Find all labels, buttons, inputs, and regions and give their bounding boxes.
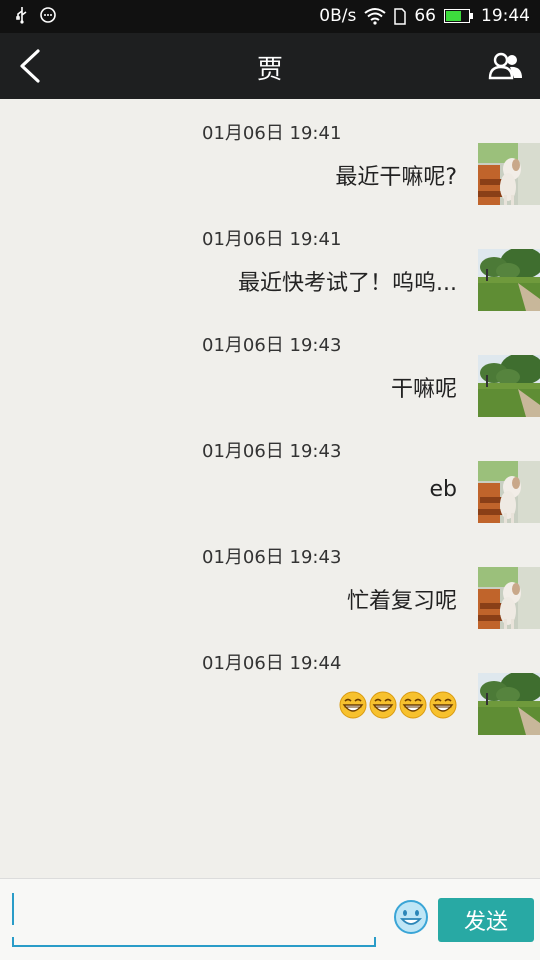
message-timestamp: 01月06日 19:43	[202, 547, 342, 568]
text-caret	[12, 893, 14, 925]
avatar[interactable]	[478, 461, 540, 523]
message-timestamp: 01月06日 19:43	[202, 335, 342, 356]
page-title: 贾	[256, 55, 283, 85]
usb-icon	[14, 6, 30, 24]
message-list: 01月06日 19:41 最近干嘛呢? 01月06日 19:41 最近快考试了！…	[0, 99, 540, 878]
message-text: 最近干嘛呢?	[335, 165, 457, 190]
message-timestamp: 01月06日 19:44	[202, 653, 342, 674]
grin-emoji	[339, 691, 367, 719]
message-timestamp: 01月06日 19:41	[202, 123, 342, 144]
message-item: 01月06日 19:43 干嘛呢	[0, 311, 540, 417]
sim-icon	[394, 7, 407, 25]
message-timestamp: 01月06日 19:41	[202, 229, 342, 250]
avatar[interactable]	[478, 673, 540, 735]
send-button[interactable]: 发送	[438, 898, 534, 942]
avatar[interactable]	[478, 143, 540, 205]
input-bar: 发送	[0, 878, 540, 960]
grin-emoji	[429, 691, 457, 719]
notification-icon	[40, 6, 56, 24]
battery-percentage: 66	[414, 6, 436, 26]
message-timestamp: 01月06日 19:43	[202, 441, 342, 462]
grin-emoji	[399, 691, 427, 719]
avatar[interactable]	[478, 249, 540, 311]
message-item: 01月06日 19:44	[0, 629, 540, 735]
title-bar: 贾	[0, 33, 540, 99]
message-text: eb	[429, 477, 458, 502]
message-item: 01月06日 19:41 最近干嘛呢?	[0, 99, 540, 205]
status-bar: 0B/s 66 19:44	[0, 0, 540, 33]
message-text: 最近快考试了！呜呜...	[238, 271, 457, 296]
contacts-icon[interactable]	[486, 47, 526, 85]
message-item: 01月06日 19:43 忙着复习呢	[0, 523, 540, 629]
message-input[interactable]	[12, 889, 376, 947]
avatar[interactable]	[478, 355, 540, 417]
message-item: 01月06日 19:43 eb	[0, 417, 540, 523]
clock: 19:44	[481, 6, 530, 26]
message-text: 忙着复习呢	[346, 589, 457, 614]
message-emojis	[339, 691, 457, 719]
avatar[interactable]	[478, 567, 540, 629]
message-item: 01月06日 19:41 最近快考试了！呜呜...	[0, 205, 540, 311]
grin-emoji	[369, 691, 397, 719]
battery-icon	[444, 9, 473, 23]
smiley-icon[interactable]	[393, 899, 429, 935]
wifi-icon	[364, 7, 386, 25]
message-text: 干嘛呢	[390, 377, 457, 402]
network-speed: 0B/s	[319, 6, 357, 26]
